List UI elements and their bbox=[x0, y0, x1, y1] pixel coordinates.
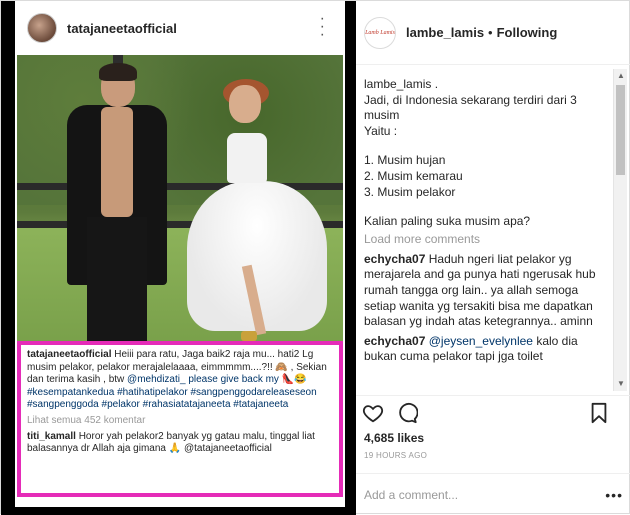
list-item: echycha07 @jeysen_evelynlee kalo dia buk… bbox=[364, 334, 611, 365]
comment-icon[interactable] bbox=[396, 402, 418, 424]
caption-line: Kalian paling suka musim apa? bbox=[364, 214, 531, 229]
scrollbar[interactable]: ▲ ▼ bbox=[613, 69, 627, 391]
caption-username[interactable]: tatajaneetaofficial bbox=[27, 349, 111, 360]
avatar[interactable]: Lamb Lamis bbox=[364, 16, 396, 49]
list-item: echycha07 Haduh ngeri liat pelakor yg me… bbox=[364, 252, 611, 330]
comment-mention[interactable]: @jeysen_evelynlee bbox=[429, 334, 533, 348]
comment-input[interactable] bbox=[364, 487, 605, 502]
post-header: Lamb Lamis lambe_lamis • Following bbox=[356, 1, 630, 65]
heart-icon[interactable] bbox=[362, 402, 384, 424]
woman-figure bbox=[187, 79, 327, 341]
post-media: tatajaneetaofficial · · · tatajaneetaoffic… bbox=[1, 1, 356, 515]
caption-mention[interactable]: @mehdizati_ please give back my 👠😂 bbox=[127, 374, 307, 385]
add-comment-bar: ••• bbox=[356, 473, 630, 515]
comment-username[interactable]: echycha07 bbox=[364, 334, 425, 348]
post-modal: tatajaneetaofficial · · · tatajaneetaoffic… bbox=[0, 0, 630, 515]
bookmark-icon[interactable] bbox=[588, 402, 610, 424]
separator-dot: • bbox=[488, 25, 493, 40]
timestamp[interactable]: 19 HOURS AGO bbox=[364, 451, 427, 460]
caption-line: 1. Musim hujan bbox=[364, 153, 446, 168]
more-options-icon[interactable]: ••• bbox=[605, 487, 623, 503]
scroll-down-icon[interactable]: ▼ bbox=[616, 379, 626, 389]
following-button[interactable]: Following bbox=[497, 25, 558, 40]
comment-mention[interactable]: @tatajaneetaofficial bbox=[184, 443, 272, 454]
embedded-avatar bbox=[27, 13, 57, 43]
embedded-post-header: tatajaneetaofficial · · · bbox=[15, 1, 345, 55]
load-more-comments[interactable]: Load more comments bbox=[364, 232, 611, 246]
more-vertical-icon: · · · bbox=[319, 10, 325, 43]
poster-username[interactable]: lambe_lamis bbox=[406, 25, 484, 40]
view-all-comments[interactable]: Lihat semua 452 komentar bbox=[27, 415, 333, 428]
embedded-instagram-screenshot: tatajaneetaofficial · · · tatajaneetaoffic… bbox=[15, 1, 345, 507]
caption-line bbox=[364, 139, 611, 153]
caption-line: Jadi, di Indonesia sekarang terdiri dari… bbox=[364, 92, 577, 123]
embedded-username: tatajaneetaofficial bbox=[67, 20, 177, 36]
caption-line: 2. Musim kemarau bbox=[364, 168, 463, 183]
highlighted-caption: tatajaneetaofficial Heiii para ratu, Jag… bbox=[17, 341, 343, 497]
scroll-up-icon[interactable]: ▲ bbox=[616, 71, 626, 81]
comment-username[interactable]: titi_kamall bbox=[27, 431, 76, 442]
caption-line: lambe_lamis . bbox=[364, 77, 439, 91]
caption-hashtags[interactable]: #kesempatankedua #hatihatipelakor #sangp… bbox=[27, 387, 317, 411]
caption-line: Yaitu : bbox=[364, 123, 398, 138]
action-bar bbox=[356, 395, 630, 427]
man-figure bbox=[67, 63, 167, 341]
comments-list: lambe_lamis . Jadi, di Indonesia sekarang… bbox=[356, 65, 619, 395]
caption-line: 3. Musim pelakor bbox=[364, 184, 456, 199]
comment-username[interactable]: echycha07 bbox=[364, 252, 425, 266]
caption-line bbox=[364, 200, 611, 214]
scrollbar-thumb[interactable] bbox=[616, 85, 625, 175]
embedded-photo bbox=[17, 55, 343, 341]
post-caption: lambe_lamis . Jadi, di Indonesia sekarang… bbox=[364, 77, 611, 230]
likes-count[interactable]: 4,685 likes bbox=[364, 431, 424, 445]
post-sidebar: Lamb Lamis lambe_lamis • Following lambe… bbox=[356, 1, 630, 515]
